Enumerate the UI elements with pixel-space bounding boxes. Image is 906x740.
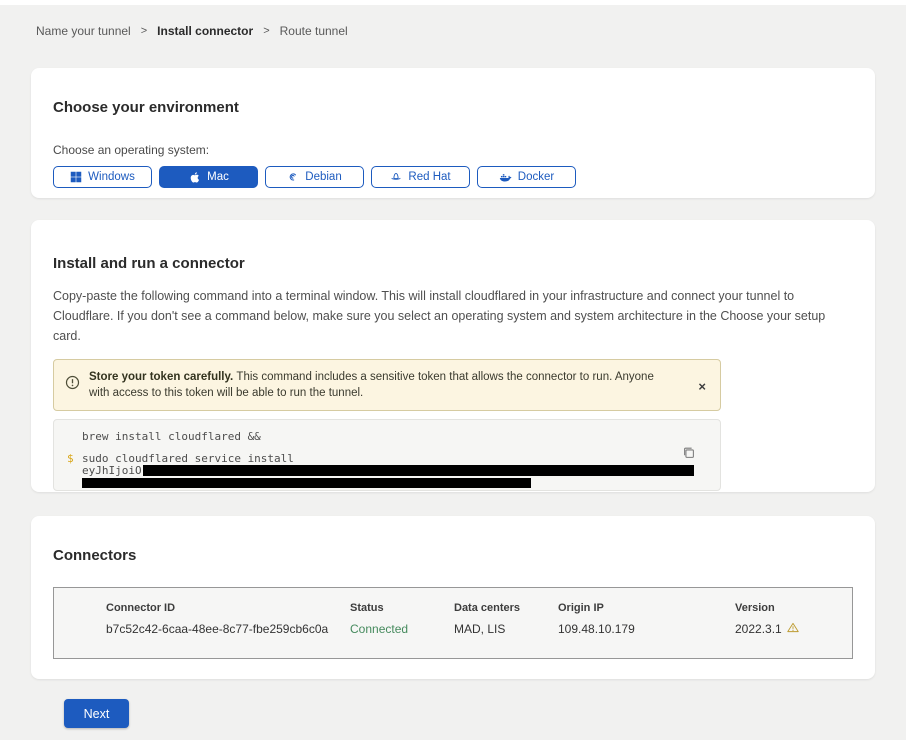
origin-ip-value: 109.48.10.179 (558, 622, 735, 636)
install-card-title: Install and run a connector (53, 255, 853, 272)
copy-icon[interactable] (680, 444, 698, 465)
status-badge: Connected (350, 622, 454, 636)
token-warning-banner: Store your token carefully. This command… (53, 359, 721, 411)
version-number: 2022.3.1 (735, 622, 782, 636)
redacted-token-bar (82, 478, 531, 488)
code-line-token-continued (67, 478, 706, 488)
connectors-table-header: Connector ID Status Data centers Origin … (106, 602, 852, 614)
connectors-card: Connectors Connector ID Status Data cent… (31, 516, 875, 679)
warning-triangle-icon (787, 622, 799, 636)
connectors-table: Connector ID Status Data centers Origin … (53, 587, 853, 659)
environment-card-title: Choose your environment (53, 99, 853, 116)
token-warning-title: Store your token carefully. (89, 371, 236, 383)
close-icon[interactable]: × (696, 378, 708, 395)
shell-prompt: $ (67, 453, 82, 465)
breadcrumb-step-install-connector[interactable]: Install connector (157, 24, 253, 38)
windows-icon (70, 171, 82, 183)
apple-icon (188, 171, 201, 184)
column-header-data-centers: Data centers (454, 602, 558, 614)
breadcrumb-step-route-tunnel[interactable]: Route tunnel (280, 24, 348, 38)
debian-icon (287, 171, 299, 183)
os-button-windows[interactable]: Windows (53, 166, 152, 188)
os-button-label: Red Hat (408, 171, 450, 183)
connector-id-value: b7c52c42-6caa-48ee-8c77-fbe259cb6c0a (106, 622, 350, 636)
os-button-group: Windows Mac Debian Red Hat (53, 166, 853, 188)
os-button-mac[interactable]: Mac (159, 166, 258, 188)
redhat-icon (390, 171, 402, 183)
table-row: b7c52c42-6caa-48ee-8c77-fbe259cb6c0a Con… (106, 622, 852, 636)
os-button-label: Windows (88, 171, 135, 183)
breadcrumb-separator: > (141, 25, 147, 37)
os-button-debian[interactable]: Debian (265, 166, 364, 188)
os-button-docker[interactable]: Docker (477, 166, 576, 188)
install-connector-card: Install and run a connector Copy-paste t… (31, 220, 875, 492)
code-line-brew: brew install cloudflared && (67, 431, 706, 443)
column-header-origin-ip: Origin IP (558, 602, 735, 614)
choose-environment-card: Choose your environment Choose an operat… (31, 68, 875, 198)
code-text: sudo cloudflared service install (82, 453, 294, 465)
install-description: Copy-paste the following command into a … (53, 286, 846, 346)
token-prefix-text: eyJhIjoiO (82, 465, 142, 477)
os-button-label: Docker (518, 171, 554, 183)
token-warning-text: Store your token carefully. This command… (89, 369, 687, 401)
page-content: Choose your environment Choose an operat… (0, 68, 906, 728)
os-select-label: Choose an operating system: (53, 143, 853, 157)
version-value: 2022.3.1 (735, 622, 852, 636)
alert-circle-icon (65, 375, 80, 395)
breadcrumb: Name your tunnel > Install connector > R… (0, 5, 906, 38)
next-button[interactable]: Next (64, 699, 129, 728)
redacted-token-bar (143, 465, 694, 476)
data-centers-value: MAD, LIS (454, 622, 558, 636)
breadcrumb-separator: > (263, 25, 269, 37)
connectors-card-title: Connectors (53, 547, 853, 564)
code-line-token: eyJhIjoiO (67, 465, 706, 477)
install-command-code-block: brew install cloudflared && $ sudo cloud… (53, 419, 721, 491)
code-text: brew install cloudflared && (82, 431, 261, 443)
breadcrumb-step-name-tunnel[interactable]: Name your tunnel (36, 24, 131, 38)
code-line-sudo: $ sudo cloudflared service install (67, 453, 706, 465)
column-header-connector-id: Connector ID (106, 602, 350, 614)
docker-icon (499, 171, 512, 184)
column-header-version: Version (735, 602, 852, 614)
column-header-status: Status (350, 602, 454, 614)
os-button-label: Mac (207, 171, 229, 183)
os-button-redhat[interactable]: Red Hat (371, 166, 470, 188)
os-button-label: Debian (305, 171, 341, 183)
